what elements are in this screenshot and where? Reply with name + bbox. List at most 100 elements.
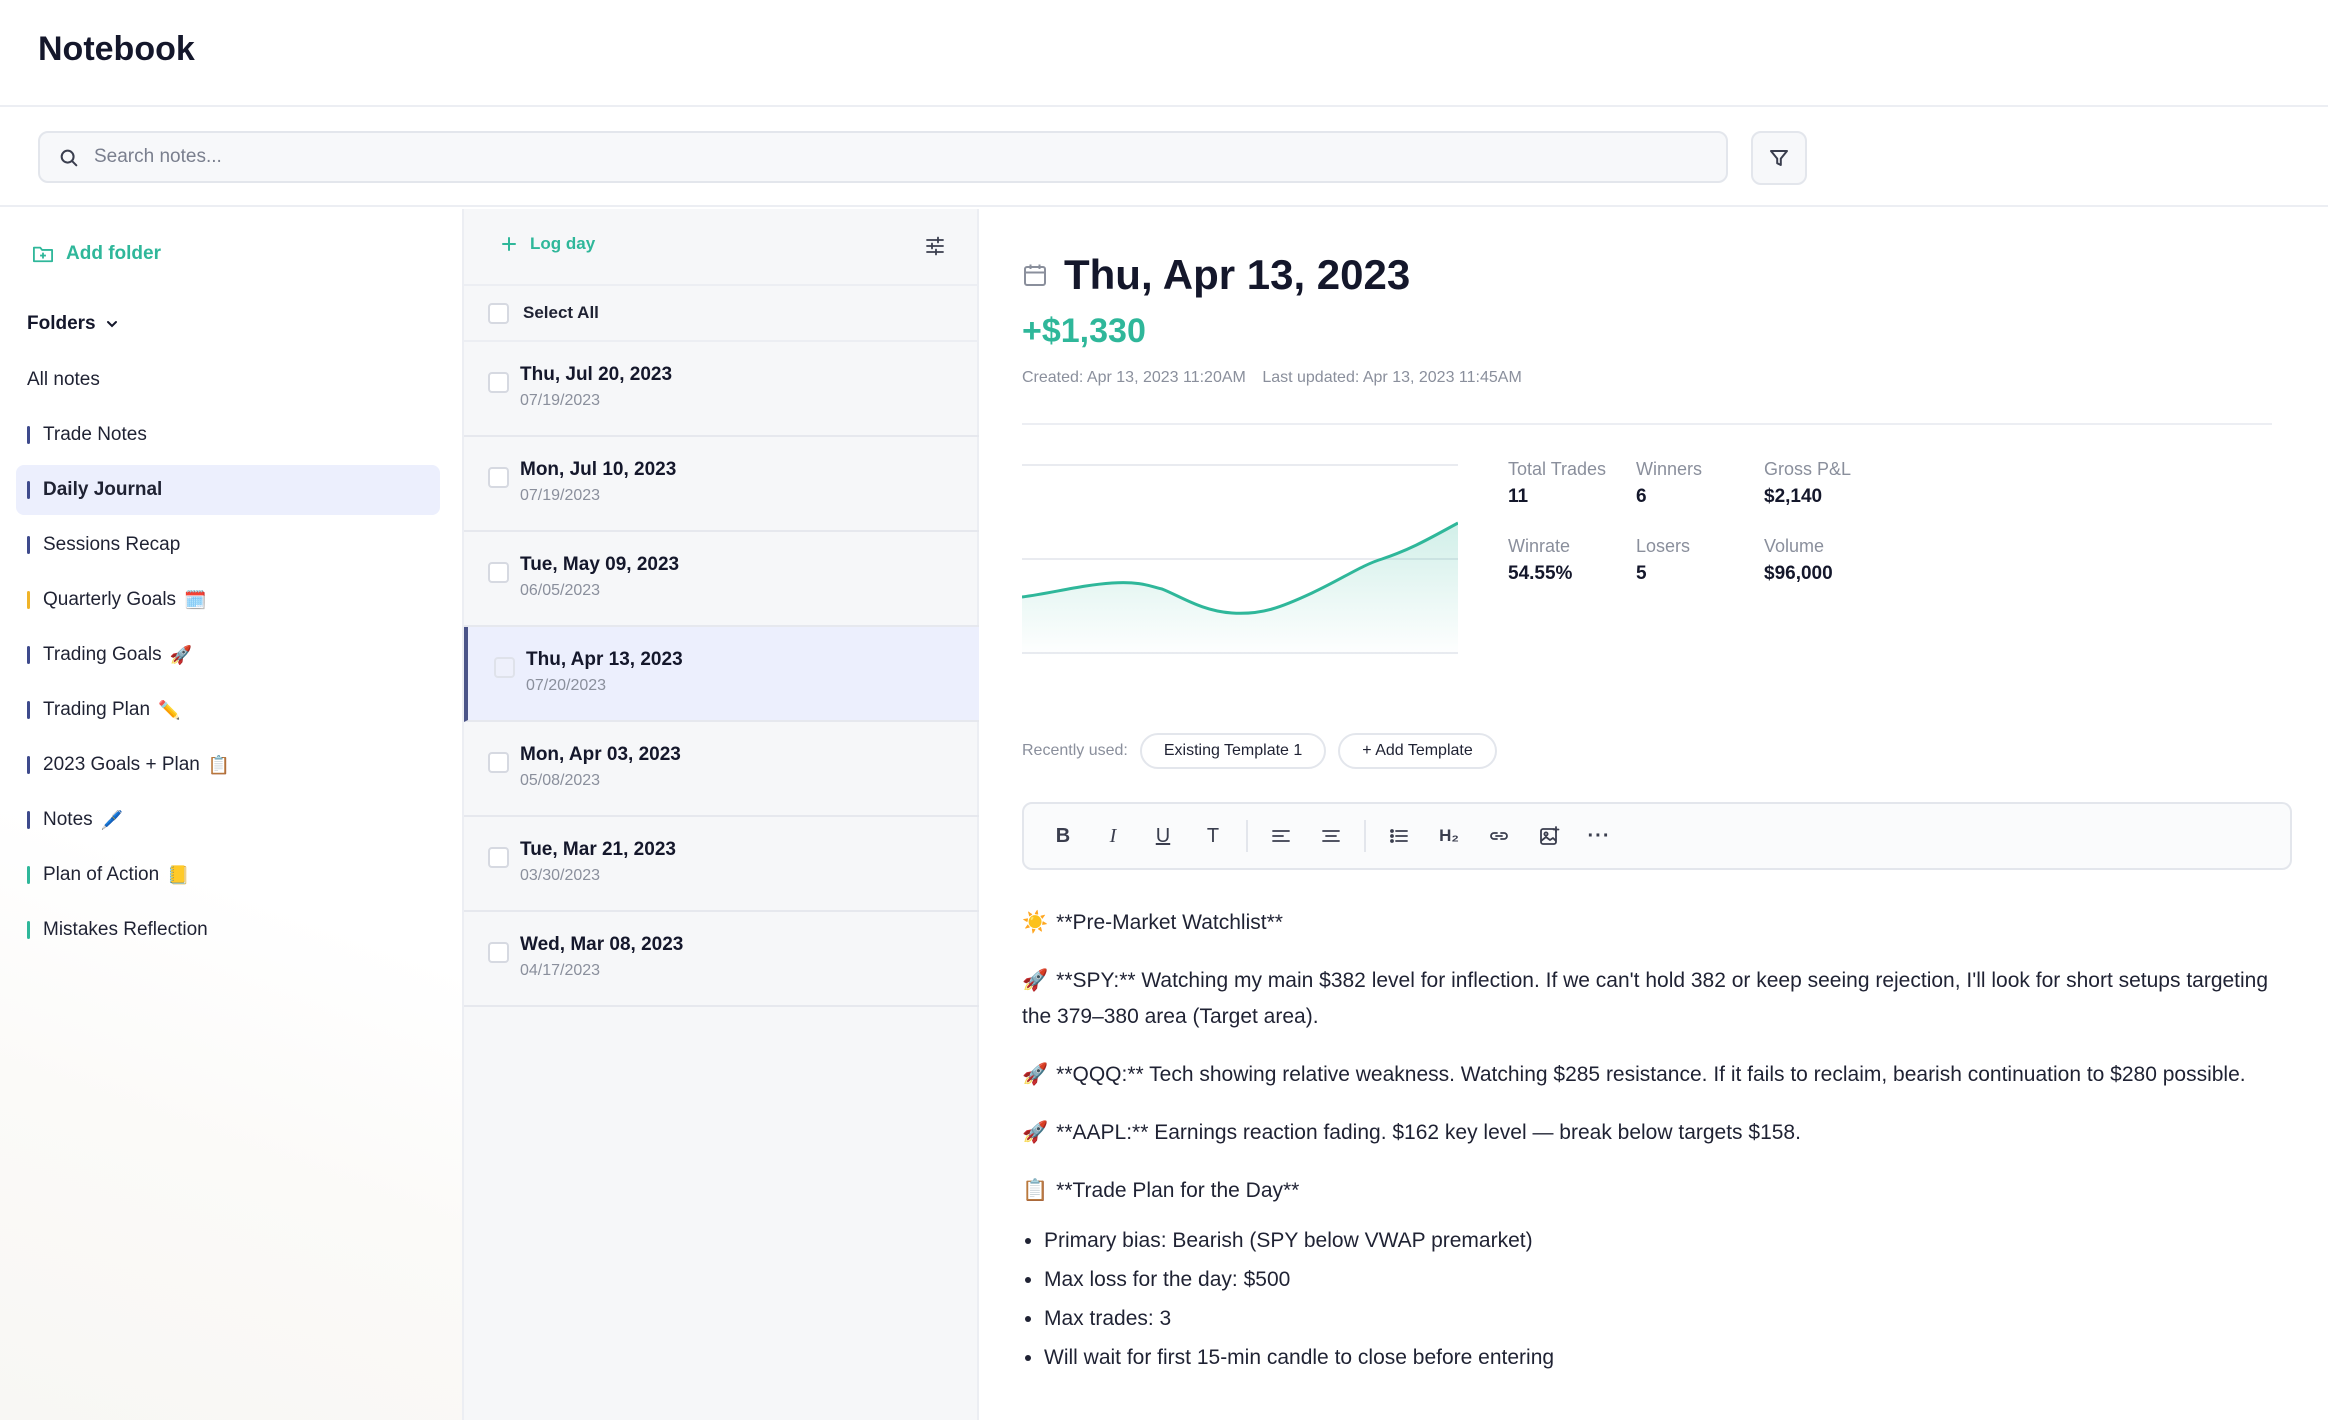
day-title: Tue, May 09, 2023 — [520, 554, 680, 575]
row-checkbox[interactable] — [488, 467, 509, 488]
app-header: Notebook — [0, 0, 2328, 107]
stat-label: Winrate — [1508, 536, 1571, 556]
sidebar-item-label: Trading Plan — [43, 699, 151, 720]
folder-list: All notes Trade Notes Daily Journal Sess… — [16, 355, 440, 960]
list-item: Primary bias: Bearish (SPY below VWAP pr… — [1044, 1221, 2292, 1260]
row-checkbox[interactable] — [488, 372, 509, 393]
add-folder-button[interactable]: Add folder — [32, 243, 161, 265]
list-item[interactable]: Mon, Apr 03, 2023 05/08/2023 — [464, 722, 979, 817]
content-paragraph: 📋 **Trade Plan for the Day** — [1022, 1173, 2292, 1209]
stat-label: Winners — [1636, 459, 1703, 479]
list-item[interactable]: Wed, Mar 08, 2023 04/17/2023 — [464, 912, 979, 1007]
log-day-button[interactable]: Log day — [500, 234, 595, 254]
italic-button[interactable]: I — [1088, 814, 1138, 858]
sidebar-item-2023-goals-plan[interactable]: 2023 Goals + Plan 📋 — [16, 740, 440, 790]
app-title: Notebook — [38, 30, 195, 68]
sidebar-item-trading-plan[interactable]: Trading Plan ✏️ — [16, 685, 440, 735]
intraday-pnl-chart — [1022, 464, 1458, 657]
day-rows: Thu, Jul 20, 2023 07/19/2023 Mon, Jul 10… — [464, 342, 979, 1007]
sidebar-item-label: Daily Journal — [43, 479, 163, 500]
select-all-row[interactable]: Select All — [464, 284, 979, 342]
sidebar-item-mistakes-reflection[interactable]: Mistakes Reflection — [16, 905, 440, 955]
folder-color-bar — [27, 811, 30, 829]
sidebar-item-all-notes[interactable]: All notes — [16, 355, 440, 405]
folder-sidebar: Add folder Folders All notes Trade Notes… — [0, 209, 462, 1420]
sidebar-item-label: Trade Notes — [43, 424, 147, 445]
content-paragraph: 🚀 **QQQ:** Tech showing relative weakness… — [1022, 1057, 2292, 1093]
sun-emoji-icon: ☀️ — [1022, 911, 1049, 934]
folder-color-bar — [27, 921, 30, 939]
existing-template-chip[interactable]: Existing Template 1 — [1139, 733, 1327, 769]
content-paragraph: ☀️ **Pre-Market Watchlist** — [1022, 905, 2292, 941]
sidebar-item-daily-journal[interactable]: Daily Journal — [16, 465, 440, 515]
image-icon — [1540, 826, 1560, 845]
sidebar-item-label: All notes — [27, 369, 100, 390]
rocket-emoji-icon: 🚀 — [1022, 1121, 1049, 1144]
list-item[interactable]: Mon, Jul 10, 2023 07/19/2023 — [464, 437, 979, 532]
notebook-emoji-icon: 📒 — [167, 864, 190, 885]
folders-toggle[interactable]: Folders — [27, 313, 120, 335]
sidebar-item-plan-of-action[interactable]: Plan of Action 📒 — [16, 850, 440, 900]
row-checkbox[interactable] — [488, 562, 509, 583]
sliders-icon — [926, 236, 944, 256]
heading-button[interactable]: H₂ — [1424, 814, 1474, 858]
trade-plan-list: Primary bias: Bearish (SPY below VWAP pr… — [1044, 1221, 2292, 1377]
sidebar-item-label: Trading Goals — [43, 644, 162, 665]
filter-icon — [1770, 150, 1788, 166]
underline-button[interactable]: U — [1138, 814, 1188, 858]
stat-gross-pnl: Gross P&L $2,140 — [1764, 459, 1851, 508]
bullet-list-icon — [1390, 829, 1408, 843]
link-button[interactable] — [1474, 814, 1524, 858]
row-checkbox[interactable] — [488, 942, 509, 963]
add-template-button[interactable]: + Add Template — [1338, 733, 1497, 769]
pencil-emoji-icon: ✏️ — [158, 699, 181, 720]
updated-timestamp: Last updated: Apr 13, 2023 11:45AM — [1262, 369, 1522, 386]
align-center-button[interactable] — [1306, 814, 1356, 858]
sidebar-item-quarterly-goals[interactable]: Quarterly Goals 🗓️ — [16, 575, 440, 625]
list-item[interactable]: Tue, May 09, 2023 06/05/2023 — [464, 532, 979, 627]
folder-plus-icon — [33, 246, 53, 263]
stat-label: Gross P&L — [1764, 459, 1852, 479]
select-all-checkbox[interactable] — [488, 302, 509, 324]
row-checkbox[interactable] — [488, 752, 509, 773]
chevron-down-icon — [106, 321, 117, 328]
paragraph-text: **SPY:** Watching my main $382 level for… — [1022, 969, 2269, 1028]
bullet-list-button[interactable] — [1374, 814, 1424, 858]
journal-content[interactable]: ☀️ **Pre-Market Watchlist** 🚀 **SPY:** Wat… — [1022, 905, 2292, 1377]
folder-color-bar — [27, 481, 30, 499]
day-title: Tue, Mar 21, 2023 — [520, 839, 676, 860]
list-item[interactable]: Thu, Jul 20, 2023 07/19/2023 — [464, 342, 979, 437]
folder-color-bar — [27, 536, 30, 554]
folder-color-bar — [27, 591, 30, 609]
sidebar-item-label: Plan of Action — [43, 864, 160, 885]
search-box[interactable] — [38, 131, 1728, 183]
sidebar-item-trading-goals[interactable]: Trading Goals 🚀 — [16, 630, 440, 680]
align-center-icon — [1322, 830, 1340, 842]
text-style-button[interactable]: T — [1188, 814, 1238, 858]
sidebar-item-sessions-recap[interactable]: Sessions Recap — [16, 520, 440, 570]
day-title: Mon, Jul 10, 2023 — [520, 459, 677, 480]
sidebar-item-label: Notes — [43, 809, 93, 830]
stat-value: $96,000 — [1764, 563, 1833, 584]
filter-button[interactable] — [1751, 131, 1807, 185]
folder-color-bar — [27, 646, 30, 664]
clipboard-emoji-icon: 📋 — [1022, 1179, 1049, 1202]
sidebar-item-trade-notes[interactable]: Trade Notes — [16, 410, 440, 460]
pen-emoji-icon: 🖊️ — [100, 809, 124, 830]
search-input[interactable] — [94, 133, 1694, 181]
stat-volume: Volume $96,000 — [1764, 536, 1833, 585]
row-checkbox[interactable] — [494, 657, 515, 678]
list-item[interactable]: Tue, Mar 21, 2023 03/30/2023 — [464, 817, 979, 912]
row-checkbox[interactable] — [488, 847, 509, 868]
folders-label: Folders — [27, 313, 96, 334]
list-item-selected[interactable]: Thu, Apr 13, 2023 07/20/2023 — [464, 627, 979, 722]
sidebar-item-notes[interactable]: Notes 🖊️ — [16, 795, 440, 845]
day-subdate: 07/19/2023 — [520, 487, 601, 504]
align-left-button[interactable] — [1256, 814, 1306, 858]
net-pnl: +$1,330 — [1022, 312, 1146, 350]
list-settings-button[interactable] — [924, 235, 946, 262]
more-options-button[interactable]: ··· — [1574, 814, 1624, 858]
insert-image-button[interactable] — [1524, 814, 1574, 858]
stat-label: Losers — [1636, 536, 1691, 556]
bold-button[interactable]: B — [1038, 814, 1088, 858]
